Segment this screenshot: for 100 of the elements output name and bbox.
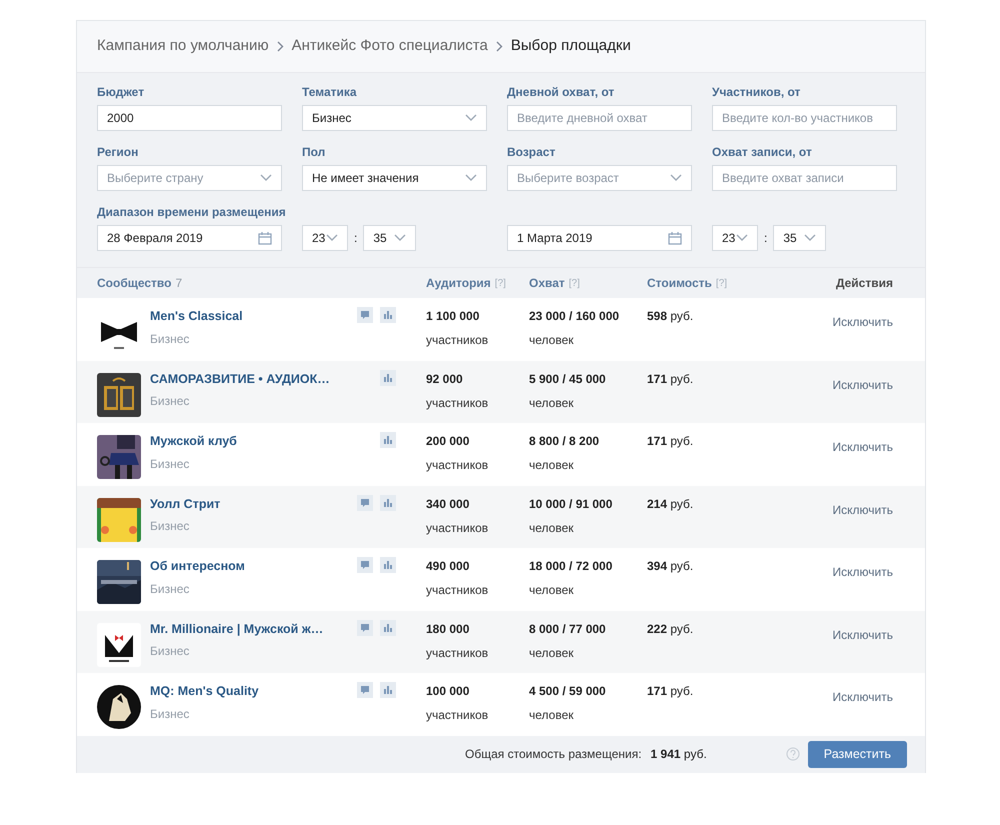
reach-count: 8 800 / 8 200	[529, 433, 600, 450]
cost-value: 222 руб.	[647, 622, 694, 636]
field-label: Регион	[97, 145, 140, 159]
audience-unit: участников	[426, 457, 490, 474]
reach-count: 23 000 / 160 000	[529, 308, 620, 325]
column-header[interactable]: Стоимость	[647, 274, 712, 292]
community-link[interactable]: Men's Classical	[150, 307, 356, 326]
stats-icon[interactable]	[380, 370, 396, 386]
chevron-right-icon	[496, 41, 503, 52]
audience-unit: участников	[426, 394, 490, 412]
calendar-icon	[258, 232, 272, 244]
chevron-down-icon	[326, 234, 338, 242]
community-topic: Бизнес	[150, 456, 190, 473]
total-label: Общая стоимость размещения:	[465, 746, 642, 763]
field-label: Пол	[302, 145, 326, 159]
field-label: Возраст	[507, 145, 556, 159]
chevron-down-icon	[804, 234, 816, 242]
reach-count: 18 000 / 72 000	[529, 558, 614, 575]
exclude-link[interactable]: Исключить	[832, 626, 893, 644]
exclude-link[interactable]: Исключить	[832, 563, 893, 581]
comment-icon[interactable]	[357, 620, 373, 636]
select-field[interactable]: 23	[712, 225, 758, 251]
stats-icon[interactable]	[380, 432, 396, 448]
reach-unit: человек	[529, 520, 575, 536]
field-label: Участников, от	[712, 85, 802, 99]
table-row[interactable]: Уолл Стрит Бизнес 340 000 участников 10 000 / 91 000 человек 214 руб. Исключить	[77, 486, 925, 548]
chevron-right-icon	[276, 41, 284, 52]
comment-icon[interactable]	[357, 557, 373, 573]
exclude-link[interactable]: Исключить	[832, 438, 893, 456]
cost-value: 171 руб.	[647, 434, 694, 448]
time-separator: :	[764, 230, 768, 247]
column-header[interactable]: Охват	[529, 274, 565, 292]
table-row[interactable]: САМОРАЗВИТИЕ • АУДИОК… Бизнес 92 000 участников 5 900 / 45 000 человек 171 руб. Исключить	[77, 360, 925, 423]
chevron-down-icon	[465, 174, 477, 182]
column-header[interactable]: Сообщество	[97, 274, 172, 292]
stats-icon[interactable]	[380, 307, 396, 323]
cost-value: 394 руб.	[647, 559, 694, 573]
community-topic: Бизнес	[150, 330, 190, 348]
community-link[interactable]: Уолл Стрит	[150, 494, 356, 514]
stats-icon[interactable]	[380, 682, 396, 698]
audience-unit: участников	[426, 520, 490, 536]
date-field[interactable]: 28 Февраля 2019	[97, 225, 282, 251]
cost-value: 171 руб.	[647, 684, 694, 698]
comment-icon[interactable]	[357, 307, 373, 323]
reach-unit: человек	[529, 707, 575, 724]
column-header[interactable]: Аудитория	[426, 274, 491, 292]
breadcrumb-link[interactable]: Кампания по умолчанию	[97, 35, 269, 58]
column-header: Действия	[836, 275, 893, 292]
input-field[interactable]: 2000	[97, 105, 282, 131]
total-value: 1 941 руб.	[650, 746, 707, 763]
reach-unit: человек	[529, 582, 575, 599]
audience-count: 200 000	[426, 433, 470, 450]
reach-count: 10 000 / 91 000	[529, 496, 614, 512]
field-label: Бюджет	[97, 85, 146, 99]
help-icon[interactable]	[786, 747, 800, 761]
community-link[interactable]: MQ: Men's Quality	[150, 682, 356, 701]
reach-count: 4 500 / 59 000	[529, 683, 607, 700]
select-field[interactable]: Бизнес	[302, 105, 487, 131]
table-row[interactable]: Mr. Millionaire | Мужской ж… Бизнес 180 000 участников 8 000 / 77 000 человек 222 руб. Исключить	[77, 610, 925, 673]
select-field[interactable]: 35	[773, 225, 826, 251]
audience-unit: участников	[426, 582, 490, 599]
community-topic: Бизнес	[150, 580, 190, 598]
community-link[interactable]: Об интересном	[150, 557, 356, 576]
reach-count: 5 900 / 45 000	[529, 370, 607, 388]
community-link[interactable]: Мужской клуб	[150, 432, 356, 451]
community-topic: Бизнес	[150, 643, 190, 660]
reach-unit: человек	[529, 644, 575, 662]
audience-count: 92 000	[426, 370, 464, 388]
stats-icon[interactable]	[380, 620, 396, 636]
field-label: Дневной охват, от	[507, 85, 616, 99]
place-button[interactable]: Разместить	[808, 740, 907, 768]
community-link[interactable]: САМОРАЗВИТИЕ • АУДИОК…	[150, 370, 356, 388]
cost-value: 598 руб.	[647, 309, 694, 323]
stats-icon[interactable]	[380, 494, 396, 510]
select-field[interactable]: 35	[363, 225, 416, 251]
reach-unit: человек	[529, 394, 575, 412]
date-field[interactable]: 1 Марта 2019	[507, 225, 692, 251]
exclude-link[interactable]: Исключить	[832, 376, 893, 394]
breadcrumb-link[interactable]: Антикейс Фото специалиста	[292, 35, 488, 58]
audience-count: 340 000	[426, 496, 470, 512]
reach-unit: человек	[529, 332, 575, 349]
comment-icon[interactable]	[357, 682, 373, 698]
community-topic: Бизнес	[150, 518, 190, 536]
audience-unit: участников	[426, 332, 490, 349]
exclude-link[interactable]: Исключить	[832, 313, 893, 331]
calendar-icon	[668, 232, 682, 244]
community-link[interactable]: Mr. Millionaire | Мужской ж…	[150, 620, 356, 638]
breadcrumb-current[interactable]: Выбор площадки	[510, 35, 631, 58]
comment-icon[interactable]	[357, 494, 373, 510]
reach-count: 8 000 / 77 000	[529, 620, 607, 638]
stats-icon[interactable]	[380, 557, 396, 573]
select-field[interactable]: Не имеет значения	[302, 165, 487, 191]
chevron-down-icon	[736, 234, 748, 242]
select-field[interactable]: 23	[302, 225, 348, 251]
audience-unit: участников	[426, 707, 490, 724]
count-label: 7	[175, 275, 182, 292]
cost-value: 214 руб.	[647, 496, 694, 510]
exclude-link[interactable]: Исключить	[832, 688, 893, 706]
exclude-link[interactable]: Исключить	[832, 500, 893, 518]
audience-count: 100 000	[426, 683, 470, 700]
